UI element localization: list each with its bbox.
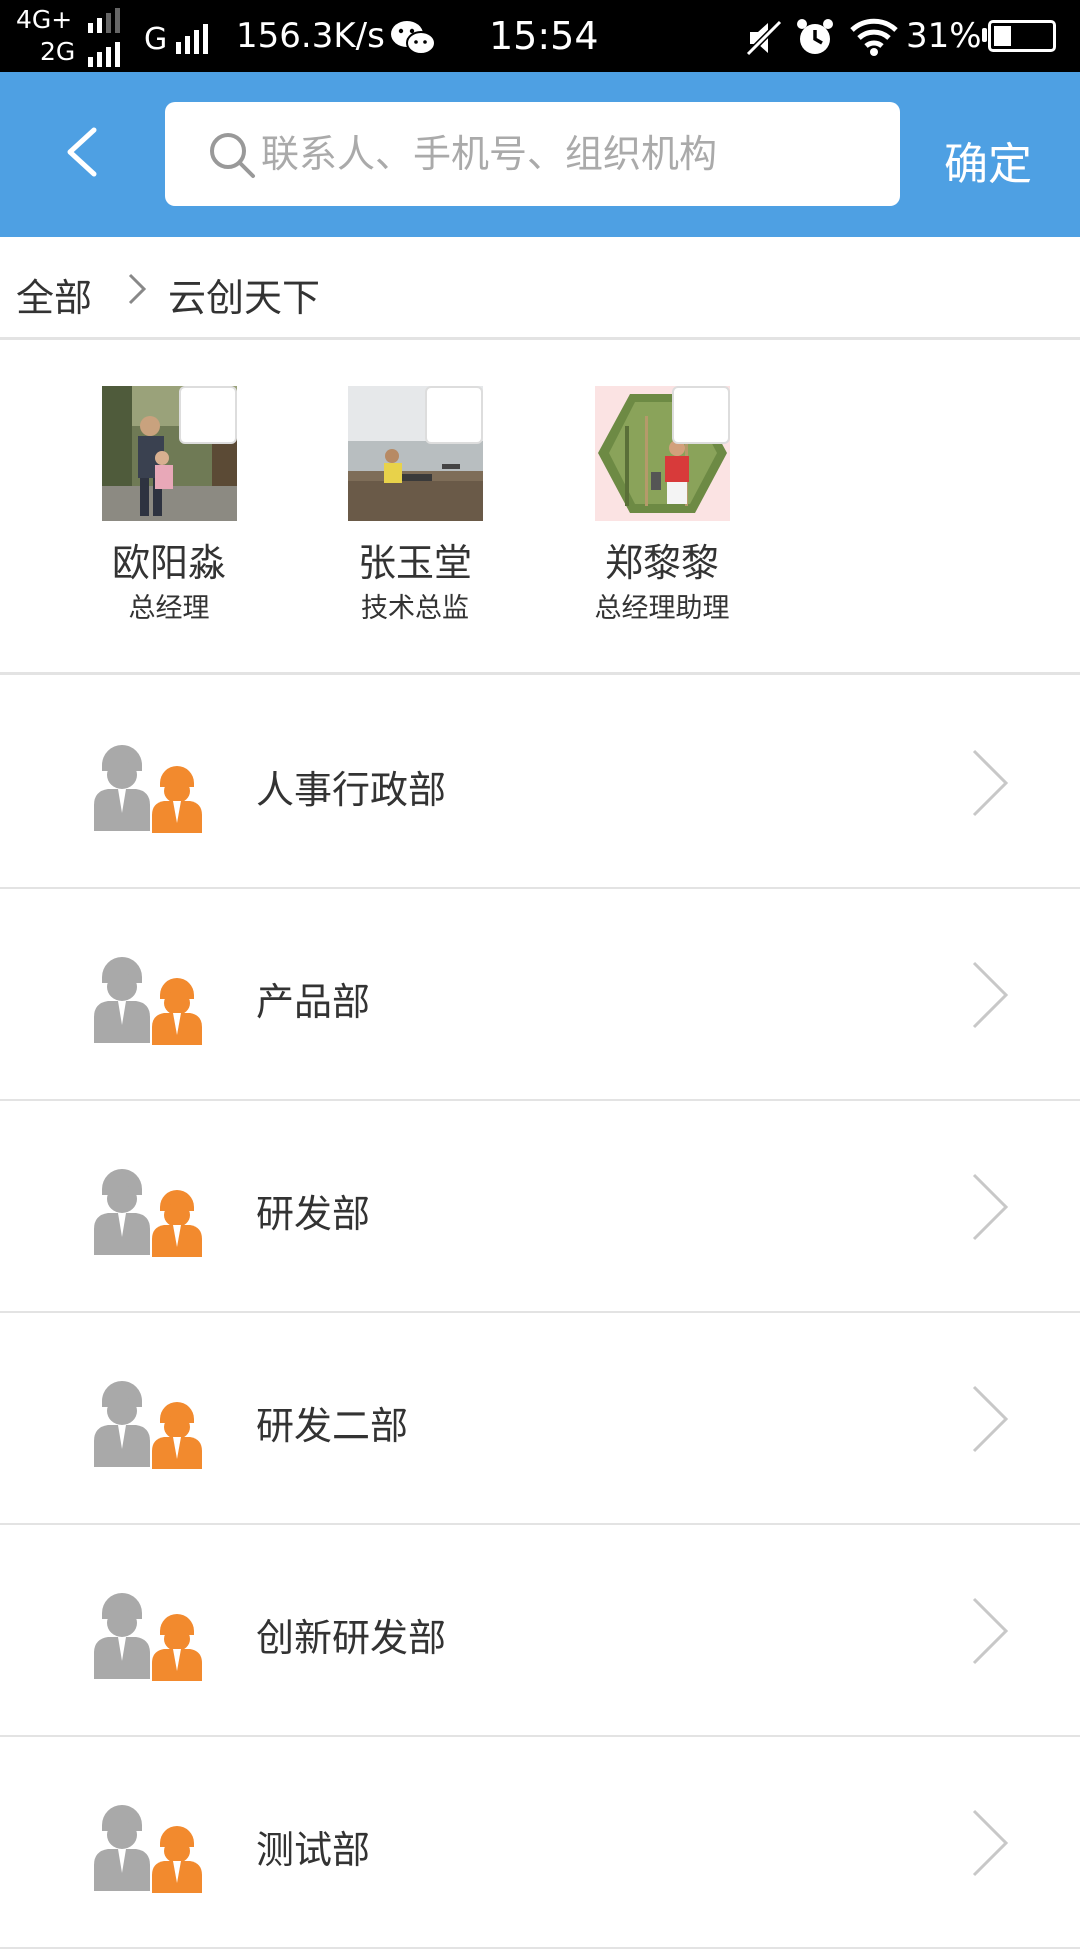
wifi-icon (850, 18, 898, 56)
search-input[interactable] (261, 102, 881, 206)
department-group-icon (94, 1593, 202, 1681)
department-row[interactable]: 人事行政部 (0, 677, 1080, 889)
chevron-right-icon (972, 961, 1009, 1029)
department-group-icon (94, 1169, 202, 1257)
network-type-bottom: 2G (40, 37, 76, 66)
department-group-icon (94, 1805, 202, 1893)
contact-title: 总经理助理 (594, 593, 730, 624)
contact-card[interactable]: 郑黎黎 总经理助理 (537, 386, 787, 625)
breadcrumb: 全部 云创天下 (0, 237, 1080, 340)
breadcrumb-current: 云创天下 (168, 276, 321, 320)
chevron-right-icon (972, 1173, 1009, 1241)
chevron-right-icon (972, 1597, 1009, 1665)
contact-card[interactable]: 张玉堂 技术总监 (290, 386, 540, 625)
chevron-right-icon (128, 273, 147, 305)
department-label: 产品部 (256, 980, 371, 1024)
alarm-icon (797, 19, 833, 54)
department-label: 测试部 (256, 1828, 371, 1872)
chevron-right-icon (972, 749, 1009, 817)
contact-title: 技术总监 (361, 593, 469, 624)
search-box[interactable] (165, 102, 900, 206)
avatar (101, 386, 237, 521)
confirm-button[interactable]: 确定 (944, 128, 1032, 192)
network-speed: 156.3K/s (236, 16, 385, 56)
carrier-type: G (144, 22, 168, 57)
signal-icon (176, 24, 208, 54)
breadcrumb-root[interactable]: 全部 (16, 267, 92, 322)
battery-tip (982, 28, 987, 42)
avatar (347, 386, 483, 521)
contact-name: 张玉堂 (357, 541, 472, 585)
department-label: 研发部 (256, 1192, 371, 1236)
department-label: 人事行政部 (256, 768, 447, 812)
department-row[interactable]: 创新研发部 (0, 1525, 1080, 1737)
select-checkbox[interactable] (424, 386, 483, 444)
people-grid: 欧阳淼 总经理 张玉堂 技术总监 郑黎黎 总经理助理 (0, 340, 1080, 675)
avatar (594, 386, 730, 521)
battery-percent: 31% (906, 16, 982, 56)
top-bar: 确定 (0, 72, 1080, 237)
select-checkbox[interactable] (671, 386, 730, 444)
signal-icon (88, 8, 120, 33)
department-row[interactable]: 产品部 (0, 889, 1080, 1101)
department-row[interactable]: 研发部 (0, 1101, 1080, 1313)
signal-icon (88, 42, 120, 67)
network-type-top: 4G+ (16, 5, 73, 34)
department-label: 创新研发部 (256, 1616, 447, 1660)
status-bar: 4G+ 2G G 156.3K/s 15:54 31% (0, 0, 1080, 72)
wechat-icon (391, 21, 436, 55)
contact-name: 郑黎黎 (604, 541, 719, 585)
search-icon (210, 133, 255, 178)
back-arrow-icon[interactable] (58, 124, 114, 180)
department-row[interactable]: 研发二部 (0, 1313, 1080, 1525)
clock: 15:54 (489, 14, 599, 58)
battery-level (994, 26, 1011, 46)
chevron-right-icon (972, 1809, 1009, 1877)
chevron-right-icon (972, 1385, 1009, 1453)
department-row[interactable]: 测试部 (0, 1737, 1080, 1949)
department-group-icon (94, 1381, 202, 1469)
contact-card[interactable]: 欧阳淼 总经理 (44, 386, 294, 625)
department-group-icon (94, 745, 202, 833)
contact-title: 总经理 (128, 593, 210, 624)
mute-icon (745, 19, 783, 57)
contact-name: 欧阳淼 (111, 541, 226, 585)
select-checkbox[interactable] (178, 386, 237, 444)
department-label: 研发二部 (256, 1404, 409, 1448)
battery-icon (988, 20, 1056, 52)
department-group-icon (94, 957, 202, 1045)
